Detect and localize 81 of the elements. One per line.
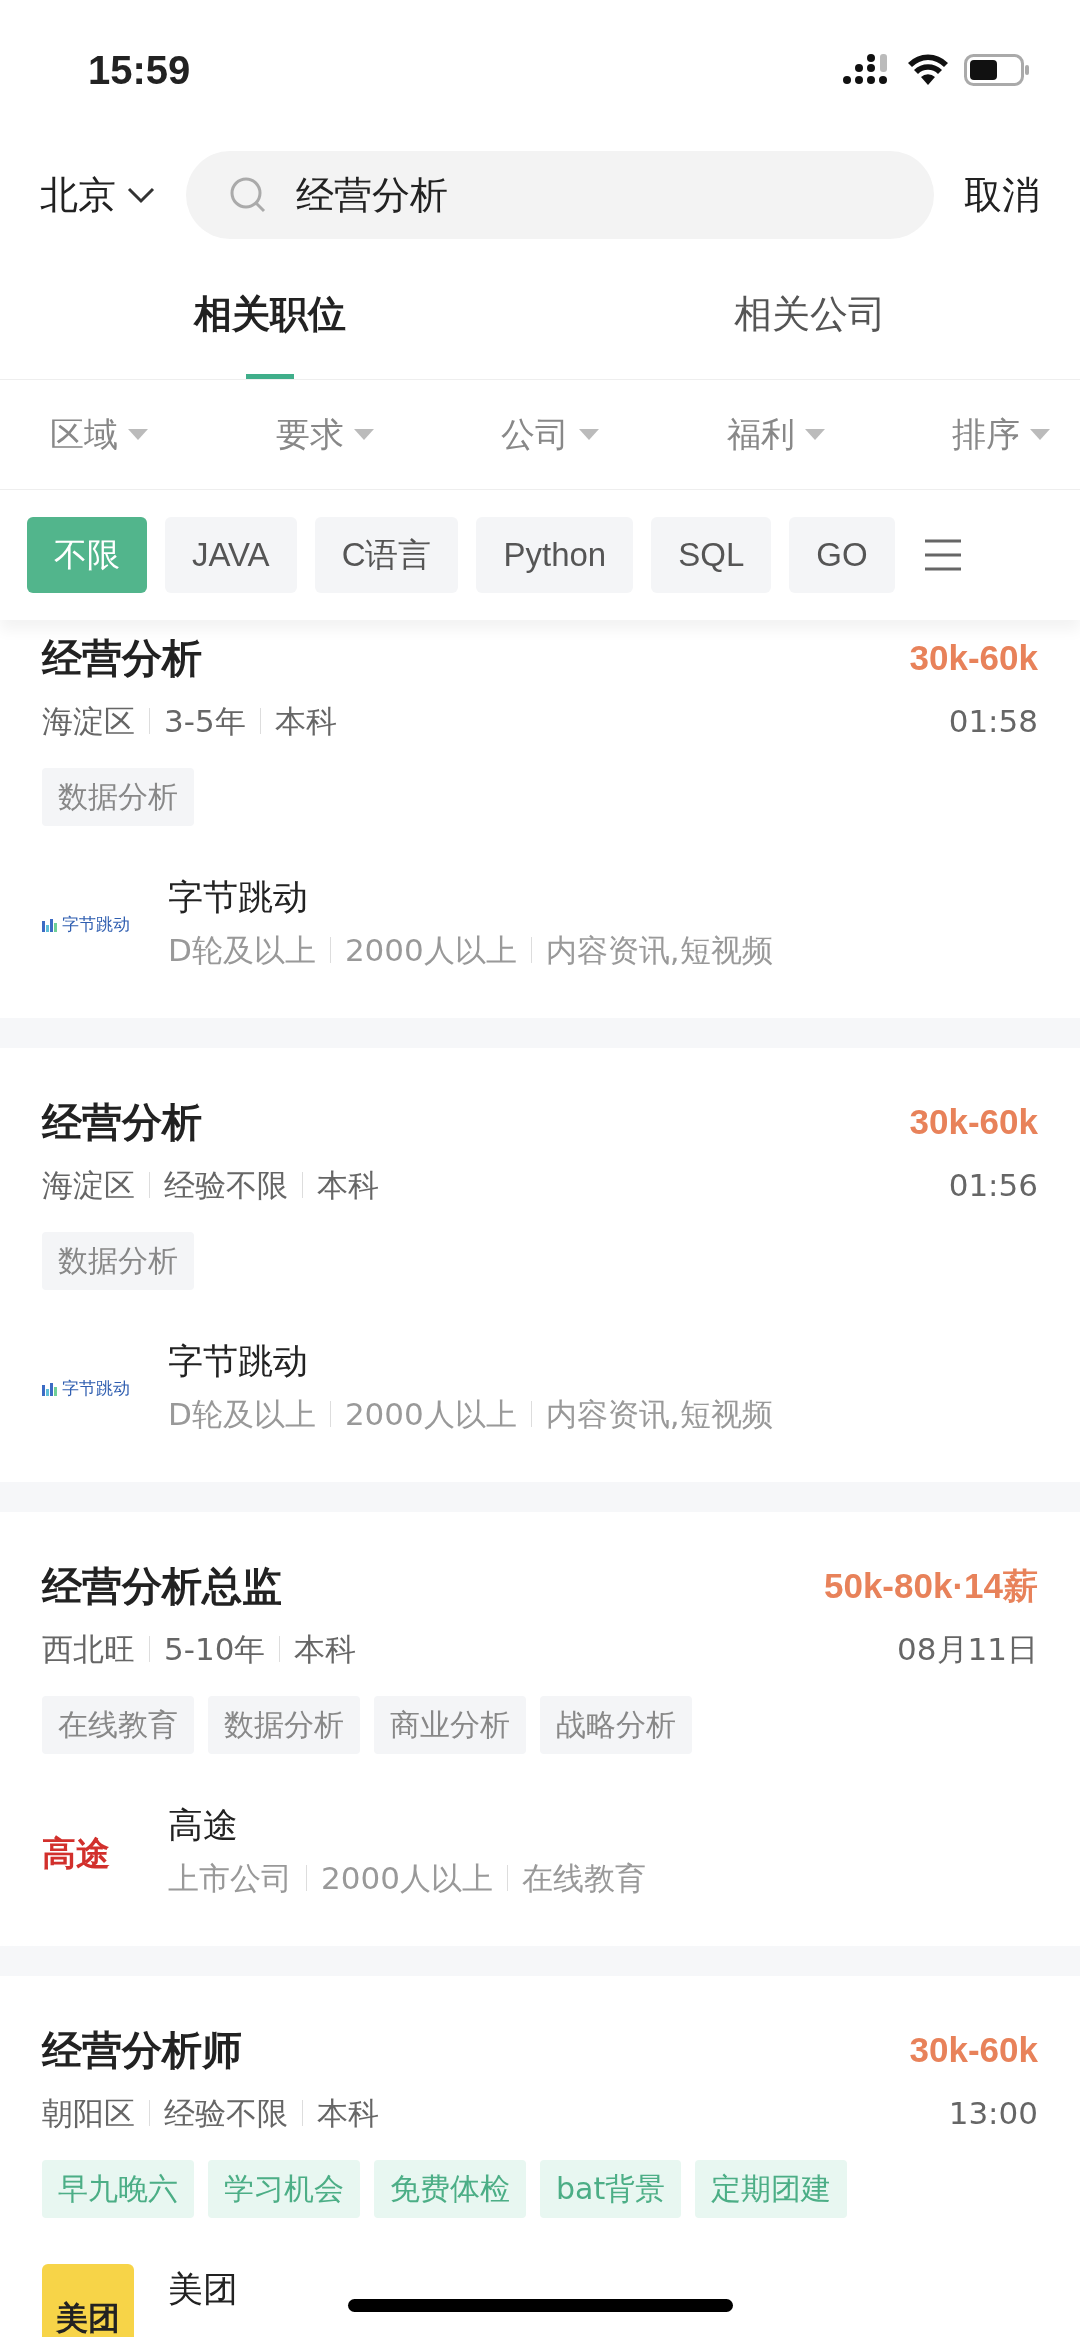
logo-text: 字节跳动 bbox=[62, 1377, 130, 1401]
company-info: 上市公司 bbox=[168, 1859, 292, 1898]
job-requirement: 西北旺 bbox=[42, 1630, 135, 1669]
job-requirement: 本科 bbox=[317, 2094, 379, 2133]
company-info: 在线教育 bbox=[521, 1859, 646, 1898]
post-time: 01:56 bbox=[948, 1166, 1038, 1205]
search-icon bbox=[228, 175, 268, 215]
job-tag: 学习机会 bbox=[208, 2160, 360, 2218]
job-requirement: 本科 bbox=[294, 1630, 357, 1669]
job-tag: 在线教育 bbox=[42, 1696, 194, 1754]
job-tag: 数据分析 bbox=[208, 1696, 360, 1754]
job-requirement: 3-5年 bbox=[164, 702, 246, 741]
wifi-icon bbox=[906, 53, 950, 87]
filter-dropdown[interactable]: 排序 bbox=[952, 409, 1050, 460]
job-requirement: 海淀区 bbox=[42, 702, 135, 741]
status-time: 15:59 bbox=[88, 47, 191, 94]
filter-dropdown[interactable]: 区域 bbox=[50, 409, 148, 460]
company-info: 2000人以上 bbox=[344, 931, 517, 970]
company-info: D轮及以上 bbox=[168, 1395, 316, 1434]
salary: 50k-80k·14薪 bbox=[823, 1564, 1038, 1607]
tab-indicator bbox=[246, 374, 294, 379]
company-name[interactable]: 字节跳动 bbox=[168, 1336, 773, 1386]
caret-icon bbox=[353, 428, 374, 441]
company-logo: 美团 bbox=[42, 2264, 134, 2337]
company-info: 2000人以上 bbox=[321, 1859, 493, 1898]
job-title[interactable]: 经营分析师 bbox=[42, 2020, 242, 2080]
filter-chip[interactable]: C语言 bbox=[314, 517, 459, 593]
job-tag: 早九晚六 bbox=[42, 2160, 194, 2218]
salary: 30k-60k bbox=[909, 1100, 1038, 1143]
search-field[interactable]: 经营分析 bbox=[186, 151, 934, 239]
tab[interactable]: 相关职位 bbox=[0, 250, 540, 379]
tab[interactable]: 相关公司 bbox=[540, 250, 1080, 379]
salary: 30k-60k bbox=[909, 2028, 1038, 2071]
battery-icon bbox=[964, 54, 1030, 86]
job-requirement: 5-10年 bbox=[164, 1630, 266, 1669]
caret-icon bbox=[804, 428, 825, 441]
job-tag: 定期团建 bbox=[695, 2160, 848, 2218]
chevron-down-icon bbox=[126, 186, 156, 204]
job-requirement: 本科 bbox=[317, 1166, 379, 1205]
post-time: 01:58 bbox=[948, 702, 1038, 741]
filter-chip[interactable]: SQL bbox=[651, 517, 772, 593]
logo-text: 字节跳动 bbox=[62, 913, 130, 937]
logo-bars-icon bbox=[42, 918, 58, 932]
filter-chip[interactable]: Python bbox=[476, 517, 634, 593]
company-info: 内容资讯,短视频 bbox=[545, 1395, 773, 1434]
company-name[interactable]: 字节跳动 bbox=[168, 872, 773, 922]
job-requirement: 经验不限 bbox=[164, 2094, 288, 2133]
company-info: 内容资讯,短视频 bbox=[545, 931, 773, 970]
job-tag: bat背景 bbox=[540, 2160, 682, 2218]
company-name[interactable]: 美团 bbox=[168, 2264, 238, 2314]
filter-dropdown[interactable]: 福利 bbox=[726, 409, 825, 460]
job-tag: 免费体检 bbox=[374, 2160, 526, 2218]
job-title[interactable]: 经营分析总监 bbox=[42, 1556, 282, 1616]
job-title[interactable]: 经营分析 bbox=[42, 1092, 202, 1152]
filter-dropdown[interactable]: 公司 bbox=[501, 409, 599, 460]
company-name[interactable]: 高途 bbox=[168, 1800, 646, 1850]
post-time: 13:00 bbox=[948, 2094, 1038, 2133]
filter-dropdown[interactable]: 要求 bbox=[275, 409, 374, 460]
job-title[interactable]: 经营分析 bbox=[42, 628, 202, 688]
job-requirement: 海淀区 bbox=[42, 1166, 135, 1205]
job-requirement: 本科 bbox=[274, 702, 337, 741]
logo-bars-icon bbox=[42, 1382, 58, 1396]
company-logo: 高途 bbox=[42, 1831, 110, 1875]
company-info: D轮及以上 bbox=[168, 931, 316, 970]
caret-icon bbox=[579, 428, 599, 441]
caret-icon bbox=[1030, 428, 1050, 441]
post-time: 08月11日 bbox=[897, 1630, 1038, 1669]
city-selector[interactable]: 北京 bbox=[40, 166, 156, 224]
caret-icon bbox=[128, 428, 148, 441]
job-tag: 战略分析 bbox=[540, 1696, 692, 1754]
menu-icon[interactable] bbox=[922, 538, 963, 572]
job-requirement: 朝阳区 bbox=[42, 2094, 135, 2133]
job-tag: 商业分析 bbox=[374, 1696, 526, 1754]
filter-chip[interactable]: GO bbox=[789, 517, 895, 593]
job-tag: 数据分析 bbox=[42, 1232, 194, 1290]
job-requirement: 经验不限 bbox=[164, 1166, 288, 1205]
salary: 30k-60k bbox=[909, 636, 1038, 679]
job-tag: 数据分析 bbox=[42, 768, 194, 826]
cancel-button[interactable]: 取消 bbox=[964, 166, 1040, 224]
company-info: 2000人以上 bbox=[344, 1395, 517, 1434]
filter-chip[interactable]: JAVA bbox=[165, 517, 297, 593]
